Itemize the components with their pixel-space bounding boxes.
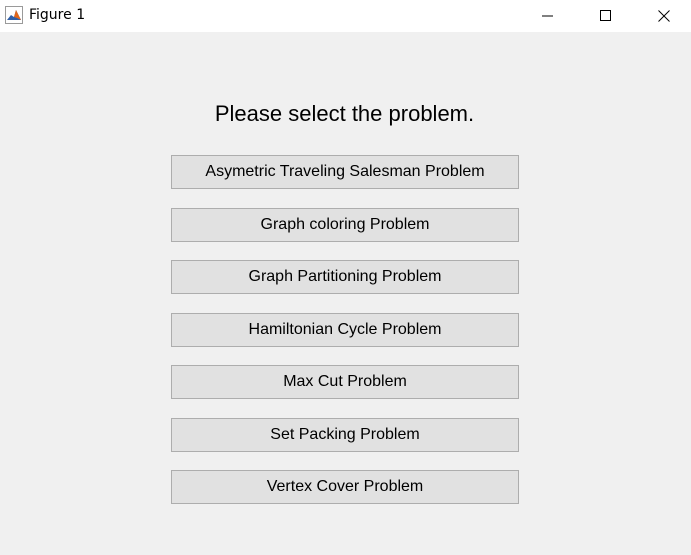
maximize-icon (600, 10, 611, 21)
maximize-button[interactable] (583, 0, 629, 32)
asymmetric-tsp-button[interactable]: Asymetric Traveling Salesman Problem (171, 155, 519, 189)
matlab-icon[interactable] (5, 6, 23, 24)
figure-canvas: Please select the problem. Asymetric Tra… (0, 32, 691, 555)
close-icon (658, 10, 670, 22)
vertex-cover-button[interactable]: Vertex Cover Problem (171, 470, 519, 504)
title-bar[interactable]: Figure 1 (0, 0, 691, 32)
minimize-icon (542, 15, 553, 17)
window-title: Figure 1 (29, 7, 86, 23)
prompt-text: Please select the problem. (214, 101, 475, 126)
graph-coloring-button[interactable]: Graph coloring Problem (171, 207, 519, 242)
max-cut-button[interactable]: Max Cut Problem (171, 365, 519, 399)
problem-button-list: Asymetric Traveling Salesman Problem Gra… (171, 155, 519, 523)
minimize-button[interactable] (525, 0, 571, 32)
set-packing-button[interactable]: Set Packing Problem (171, 417, 519, 452)
hamiltonian-cycle-button[interactable]: Hamiltonian Cycle Problem (171, 312, 519, 347)
close-button[interactable] (641, 0, 687, 32)
graph-partitioning-button[interactable]: Graph Partitioning Problem (171, 260, 519, 294)
